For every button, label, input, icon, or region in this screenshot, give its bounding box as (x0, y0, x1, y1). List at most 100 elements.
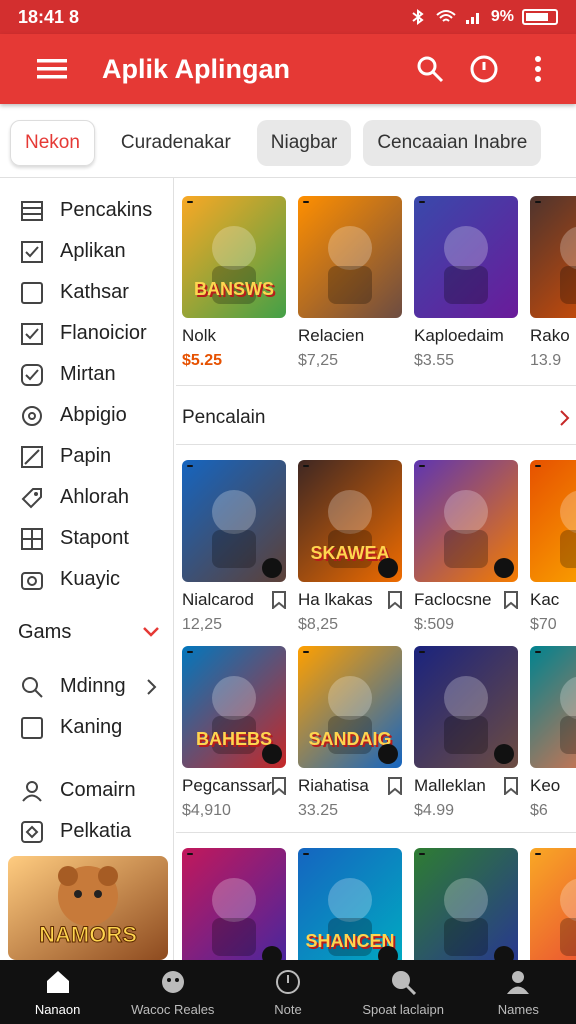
app-card[interactable]: Malleklan $4.99 (414, 646, 518, 820)
promo-banner-text: NAMORS (39, 922, 137, 947)
age-rating-badge (535, 651, 541, 653)
search-icon[interactable] (410, 49, 450, 89)
app-price-row: 13.9 (530, 352, 576, 370)
app-card[interactable]: SKAWEA Ha lkakas $8,25 (298, 460, 402, 634)
sidebar-item-kaning[interactable]: Kaning (0, 707, 173, 748)
app-name: Kac (530, 590, 560, 609)
sidebar-item-comairn[interactable]: Comairn (0, 770, 173, 811)
app-price-row: $6 (530, 802, 576, 820)
app-row: BAHEBS Pegcanssar $4,910 SANDAIG Riahatisa 33… (182, 646, 576, 820)
app-thumbnail: SKAWEA (298, 460, 402, 582)
app-title: Aplik Aplingan (102, 53, 290, 84)
nav-item-spoat[interactable]: Spoat laclaipn (348, 968, 458, 1017)
tab-cencaaian[interactable]: Cencaaian Inabre (363, 119, 542, 166)
nav-label: Names (497, 1001, 539, 1017)
age-rating-badge (535, 201, 541, 203)
app-card[interactable] (414, 848, 518, 960)
app-thumbnail (530, 460, 576, 582)
app-name-row: Nolk (182, 326, 286, 346)
sidebar-item-aplikan[interactable]: Aplikan (0, 231, 173, 272)
age-rating-badge (187, 651, 193, 653)
sidebar-group-gams[interactable]: Gams (0, 606, 173, 658)
sidebar-item-papin[interactable]: Papin (0, 436, 173, 477)
app-price-row: $:509 (414, 616, 518, 634)
app-card[interactable] (182, 848, 286, 960)
app-card[interactable]: Faclocsne $:509 (414, 460, 518, 634)
bookmark-icon[interactable] (272, 777, 286, 795)
app-thumbnail (530, 196, 576, 318)
app-price-row: 33.25 (298, 802, 402, 820)
app-card[interactable]: Nialcarod 12,25 (182, 460, 286, 634)
app-card[interactable]: Kaploedaim $3.55 (414, 196, 518, 370)
promo-banner[interactable]: NAMORS (8, 856, 168, 960)
app-name: Nolk (182, 326, 217, 345)
menu-icon[interactable] (32, 49, 72, 89)
app-thumbnail (414, 196, 518, 318)
clock-icon (274, 968, 302, 996)
nav-item-names[interactable]: Names (463, 968, 573, 1017)
app-card[interactable]: SHANCEN (298, 848, 402, 960)
app-thumbnail (182, 460, 286, 582)
app-card[interactable]: Keo $6 (530, 646, 576, 820)
sidebar-item-kuayic[interactable]: Kuayic (0, 559, 173, 600)
bookmark-icon[interactable] (388, 777, 402, 795)
chevron-right-icon (560, 410, 570, 426)
bluetooth-icon (412, 9, 424, 25)
bottom-nav: Nanaon Wacoc Reales Note Spoat laclaipn … (0, 960, 576, 1024)
search-icon (20, 675, 44, 699)
app-price-row: $7,25 (298, 352, 402, 370)
app-card[interactable]: Relacien $7,25 (298, 196, 402, 370)
sidebar-item-stapont[interactable]: Stapont (0, 518, 173, 559)
tag-icon (20, 486, 44, 510)
tab-curadenakar[interactable]: Curadenakar (107, 120, 245, 166)
app-price: 13.9 (530, 352, 562, 369)
sidebar-item-abpigio[interactable]: Abpigio (0, 395, 173, 436)
app-bar: Aplik Aplingan (0, 34, 576, 104)
age-rating-badge (419, 201, 425, 203)
app-card[interactable]: Rako 13.9 (530, 196, 576, 370)
app-card[interactable]: BAHEBS Pegcanssar $4,910 (182, 646, 286, 820)
sidebar-item-pencakins[interactable]: Pencakins (0, 190, 173, 231)
app-badge (378, 946, 398, 960)
list-icon (20, 199, 44, 223)
bookmark-icon[interactable] (504, 777, 518, 795)
age-rating-badge (303, 651, 309, 653)
app-row: Nialcarod 12,25 SKAWEA Ha lkakas $8,25 Facloc… (182, 460, 576, 634)
tab-nekon[interactable]: Nekon (10, 119, 95, 166)
nav-item-reales[interactable]: Wacoc Reales (118, 968, 228, 1017)
sidebar-item-kathsar[interactable]: Kathsar (0, 272, 173, 313)
bookmark-icon[interactable] (504, 591, 518, 609)
age-rating-badge (187, 465, 193, 467)
bookmark-icon[interactable] (272, 591, 286, 609)
age-rating-badge (187, 201, 193, 203)
app-name: Ha lkakas (298, 590, 373, 609)
sidebar-item-flanoicior[interactable]: Flanoicior (0, 313, 173, 354)
app-thumbnail (414, 848, 518, 960)
sidebar-item-mirtan[interactable]: Mirtan (0, 354, 173, 395)
app-thumbnail (182, 848, 286, 960)
tab-niagbar[interactable]: Niagbar (256, 119, 352, 166)
app-card[interactable]: Kac $70 (530, 460, 576, 634)
app-card[interactable]: SANDAIG Riahatisa 33.25 (298, 646, 402, 820)
app-name-row: Riahatisa (298, 776, 402, 796)
app-price-row: 12,25 (182, 616, 286, 634)
nav-item-home[interactable]: Nanaon (3, 968, 113, 1017)
app-card[interactable]: BANSWS Nolk $5.25 (182, 196, 286, 370)
nav-item-note[interactable]: Note (233, 968, 343, 1017)
app-name-row: Ha lkakas (298, 590, 402, 610)
sidebar-item-label: Abpigio (60, 404, 127, 426)
sidebar-item-mdinng[interactable]: Mdinng (0, 666, 173, 707)
age-rating-badge (535, 465, 541, 467)
section-header[interactable]: Pencalain (182, 396, 576, 440)
nav-label: Nanaon (34, 1001, 81, 1017)
app-name: Relacien (298, 326, 365, 345)
age-rating-badge (419, 465, 425, 467)
sidebar-item-pelkatia[interactable]: Pelkatia (0, 811, 173, 852)
app-card[interactable] (530, 848, 576, 960)
more-vert-icon[interactable] (518, 49, 558, 89)
sidebar-item-ahlorah[interactable]: Ahlorah (0, 477, 173, 518)
app-name-row: Rako (530, 326, 576, 346)
bookmark-icon[interactable] (388, 591, 402, 609)
app-name: Nialcarod (182, 590, 254, 609)
clock-icon[interactable] (464, 49, 504, 89)
